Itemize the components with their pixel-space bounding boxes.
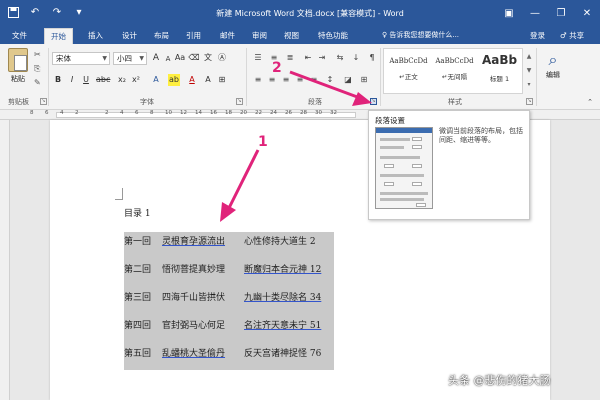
watermark: 头条 @悲伤的猪大肠 — [448, 374, 551, 387]
annotation-overlay — [220, 70, 372, 222]
annotation-number-1: 1 — [258, 134, 268, 150]
annotation-number-2: 2 — [272, 60, 282, 76]
arrow-2-head — [352, 92, 372, 106]
arrow-2-shaft — [289, 70, 361, 100]
arrow-1-head — [220, 202, 236, 222]
arrow-1-shaft — [226, 149, 260, 211]
